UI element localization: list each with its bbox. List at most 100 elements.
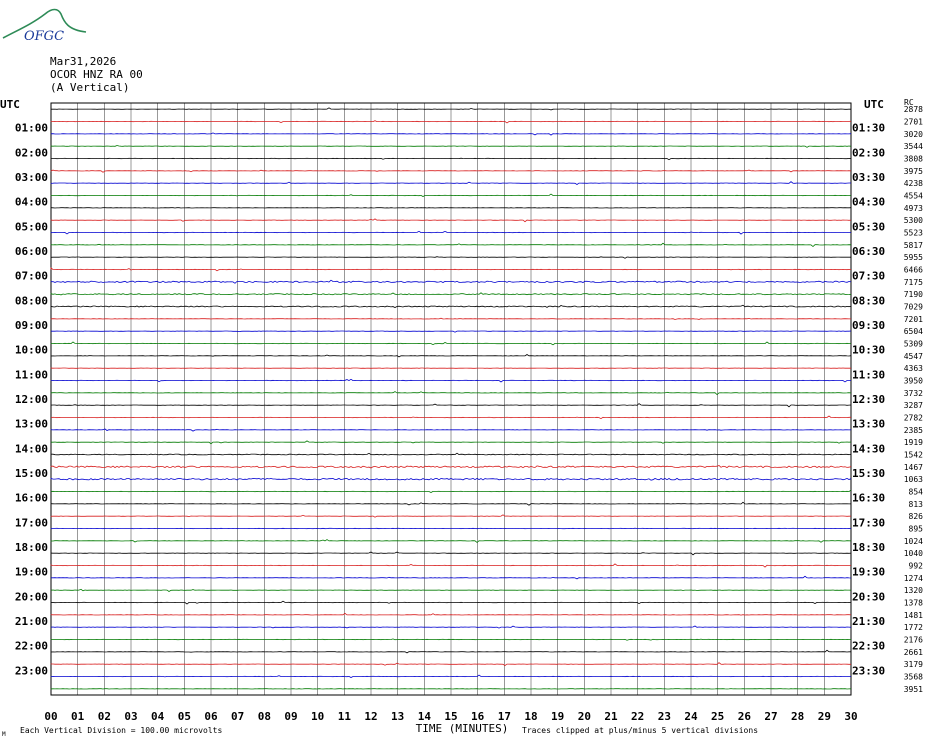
hour-label-left: 03:00 xyxy=(15,171,48,184)
helicorder-chart: OFGC Mar31,2026OCOR HNZ RA 00(A Vertical… xyxy=(0,8,924,738)
x-tick-label: 25 xyxy=(711,710,724,723)
chart-title: Mar31,2026OCOR HNZ RA 00(A Vertical) xyxy=(50,55,143,94)
utc-label-right: UTC xyxy=(864,98,884,111)
utc-label-left: UTC xyxy=(0,98,20,111)
hour-label-left: 04:00 xyxy=(15,196,48,209)
x-tick-label: 20 xyxy=(578,710,591,723)
hour-label-left: 20:00 xyxy=(15,590,48,603)
rms-value: 826 xyxy=(909,512,924,521)
hour-label-left: 21:00 xyxy=(15,615,48,628)
x-tick-label: 13 xyxy=(391,710,404,723)
x-tick-label: 01 xyxy=(71,710,85,723)
hour-label-right: 22:30 xyxy=(852,640,885,653)
rms-value: 3544 xyxy=(904,142,923,151)
rms-value: 4238 xyxy=(904,179,923,188)
x-tick-label: 29 xyxy=(818,710,831,723)
rms-value: 1481 xyxy=(904,611,923,620)
rms-value: 1772 xyxy=(904,623,923,632)
hour-label-right: 12:30 xyxy=(852,393,885,406)
x-tick-label: 04 xyxy=(151,710,165,723)
rms-value: 3808 xyxy=(904,155,923,164)
title-line: Mar31,2026 xyxy=(50,55,116,68)
x-tick-label: 00 xyxy=(44,710,57,723)
x-tick-label: 11 xyxy=(338,710,352,723)
logo-text: OFGC xyxy=(24,29,64,44)
hour-label-left: 12:00 xyxy=(15,393,48,406)
hour-label-right: 07:30 xyxy=(852,270,885,283)
trace-line xyxy=(50,527,852,530)
footer-scale-note: Each Vertical Division = 100.00 microvol… xyxy=(20,726,222,735)
rms-value: 4363 xyxy=(904,364,923,373)
rms-value: 2385 xyxy=(904,426,923,435)
rms-value: 2701 xyxy=(904,118,923,127)
x-tick-label: 02 xyxy=(98,710,111,723)
hour-label-right: 06:30 xyxy=(852,245,885,258)
chart-grid xyxy=(50,102,852,696)
rms-value: 854 xyxy=(909,488,924,497)
hour-label-left: 16:00 xyxy=(15,492,48,505)
x-tick-label: 03 xyxy=(124,710,137,723)
hour-label-left: 05:00 xyxy=(15,220,48,233)
rms-value: 2176 xyxy=(904,636,923,645)
rms-value: 1542 xyxy=(904,451,923,460)
x-tick-label: 08 xyxy=(258,710,271,723)
rms-value: 3950 xyxy=(904,377,923,386)
rms-value: 5309 xyxy=(904,340,923,349)
helicorder-page: OFGC Mar31,2026 OCOR HNZ RA 00 (A Vertical… xyxy=(0,0,930,744)
rms-value: 7029 xyxy=(904,303,923,312)
x-tick-label: 09 xyxy=(284,710,297,723)
rms-value: 3975 xyxy=(904,167,923,176)
rms-value: 992 xyxy=(909,562,924,571)
rms-value: 6504 xyxy=(904,327,923,336)
x-tick-label: 26 xyxy=(738,710,752,723)
rms-value: 5817 xyxy=(904,241,923,250)
x-tick-label: 12 xyxy=(364,710,377,723)
hour-label-right: 01:30 xyxy=(852,122,885,135)
x-tick-label: 05 xyxy=(178,710,191,723)
hour-label-right: 18:30 xyxy=(852,541,885,554)
hour-label-left: 23:00 xyxy=(15,664,48,677)
rms-value: 1467 xyxy=(904,463,923,472)
hour-label-left: 15:00 xyxy=(15,467,48,480)
hour-label-left: 10:00 xyxy=(15,344,48,357)
hour-label-right: 21:30 xyxy=(852,615,885,628)
hour-label-right: 13:30 xyxy=(852,418,885,431)
rms-value: 1274 xyxy=(904,574,923,583)
x-tick-label: 06 xyxy=(204,710,218,723)
rms-value: 1040 xyxy=(904,549,923,558)
title-line: (A Vertical) xyxy=(50,81,129,94)
x-tick-label: 19 xyxy=(551,710,564,723)
rms-value: 1024 xyxy=(904,537,923,546)
rms-value: 3732 xyxy=(904,389,923,398)
x-tick-label: 22 xyxy=(631,710,644,723)
x-tick-label: 28 xyxy=(791,710,804,723)
hour-label-right: 05:30 xyxy=(852,220,885,233)
rms-value: 2661 xyxy=(904,648,923,657)
hour-label-left: 08:00 xyxy=(15,294,48,307)
x-tick-label: 30 xyxy=(844,710,857,723)
rms-value: 895 xyxy=(909,525,924,534)
hour-label-right: 08:30 xyxy=(852,294,885,307)
hour-label-left: 18:00 xyxy=(15,541,48,554)
hour-label-left: 14:00 xyxy=(15,442,48,455)
hour-label-right: 04:30 xyxy=(852,196,885,209)
rms-value: 813 xyxy=(909,500,924,509)
rms-value: 1919 xyxy=(904,438,923,447)
hour-label-left: 22:00 xyxy=(15,640,48,653)
x-tick-label: 07 xyxy=(231,710,244,723)
rms-value: 4547 xyxy=(904,352,923,361)
hour-label-right: 17:30 xyxy=(852,516,885,529)
hour-label-right: 02:30 xyxy=(852,146,885,159)
footer-mark: M xyxy=(2,731,6,738)
rms-value: 7190 xyxy=(904,290,923,299)
hour-label-right: 11:30 xyxy=(852,368,885,381)
rms-value: 4554 xyxy=(904,192,923,201)
rms-value: 5955 xyxy=(904,253,923,262)
hour-label-right: 16:30 xyxy=(852,492,885,505)
rms-value: 5523 xyxy=(904,229,923,238)
hour-label-left: 17:00 xyxy=(15,516,48,529)
rms-value: 5300 xyxy=(904,216,923,225)
rms-value: 3020 xyxy=(904,130,923,139)
ofgc-logo: OFGC xyxy=(2,8,87,44)
rms-value: 4973 xyxy=(904,204,923,213)
